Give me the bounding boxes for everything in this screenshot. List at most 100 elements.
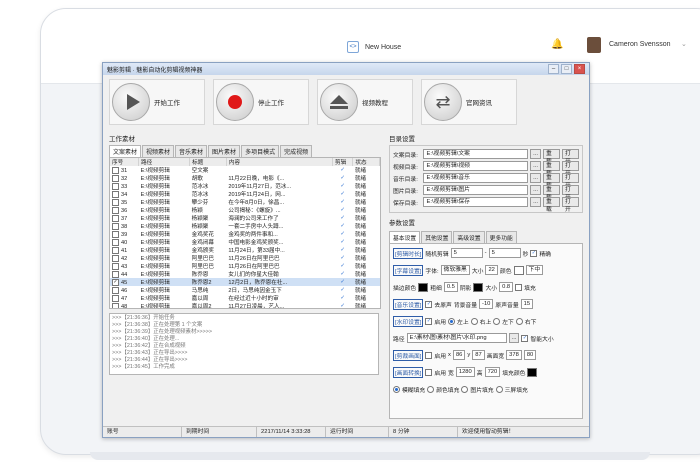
stroke-color-swatch[interactable] [418,282,429,292]
table-row[interactable]: 32 E:\视频剪辑 胡歌 11月22日晚，电影《... ✓ 就绪 [110,174,380,182]
watermark-path-field[interactable]: E:\素材\图\素材\图片\水印.png [406,333,507,343]
dir-path-field[interactable]: E:\视频剪辑\文案 [423,149,529,159]
crop-h-field[interactable]: 80 [523,350,537,360]
remove-original-checkbox[interactable]: ✓ [425,300,433,308]
font-size-field[interactable]: 22 [485,265,498,275]
table-row[interactable]: 48 E:\视频剪辑 嘉以周2 11月27日凌晨，艺人... ✓ 就绪 [110,302,380,308]
dir-open-button[interactable]: 打开 [561,161,579,177]
crop-enable-checkbox[interactable] [425,351,433,359]
table-row[interactable]: 47 E:\视频剪辑 嘉以周 在经过近十小时的审 ✓ 就绪 [110,294,380,302]
dir-reload-button[interactable]: 重载 [542,197,560,213]
shadow-size-field[interactable]: 0.8 [499,282,514,292]
table-row[interactable]: 31 E:\视频剪辑 空文案 ✓ 就绪 [110,166,380,174]
crop-y-field[interactable]: 87 [472,350,485,360]
row-checkbox[interactable] [112,166,119,174]
table-row[interactable]: 43 E:\视频剪辑 阿里巴巴 11月26日在阿里巴巴 ✓ 就绪 [110,262,380,270]
dir-reload-button[interactable]: 重载 [542,185,560,201]
dir-browse-button[interactable]: ... [530,161,541,171]
orig-volume-field[interactable]: 15 [520,299,534,309]
row-checkbox[interactable] [112,270,119,278]
table-row[interactable]: 41 E:\视频剪辑 金鸡颁奖 11月24日，第33届中... ✓ 就绪 [110,246,380,254]
table-row[interactable]: 36 E:\视频剪辑 杨颖 公司揭秘：《螺旋》... ✓ 就绪 [110,206,380,214]
tab-finished-video[interactable]: 完成视频 [280,145,313,157]
table-row[interactable]: 40 E:\视频剪辑 金鸡闭幕 中国电影金鸡奖颁奖... ✓ 就绪 [110,238,380,246]
col-no[interactable]: 序号 [110,158,140,166]
row-checkbox[interactable] [112,206,119,214]
tab-copy-material[interactable]: 文案素材 [109,145,142,157]
col-status[interactable]: 状态 [352,158,380,166]
dir-open-button[interactable]: 打开 [561,173,579,189]
row-checkbox[interactable] [112,230,119,238]
bg-volume-field[interactable]: -10 [479,299,494,309]
position-select[interactable]: 下中 [525,265,544,275]
row-checkbox[interactable] [112,238,119,246]
avatar[interactable] [587,37,601,53]
row-checkbox[interactable] [112,286,119,294]
tab-music-material[interactable]: 音乐素材 [175,145,208,157]
fill-color-swatch[interactable] [527,367,538,377]
resize-enable-checkbox[interactable] [425,368,433,376]
user-name[interactable]: Cameron Svensson [609,41,670,48]
dir-path-field[interactable]: E:\视频剪辑\图片 [423,185,529,195]
tab-image-material[interactable]: 图片素材 [208,145,241,157]
watermark-enable-checkbox[interactable]: ✓ [425,317,433,325]
dir-browse-button[interactable]: ... [530,173,541,183]
row-checkbox[interactable] [112,294,119,302]
dir-browse-button[interactable]: ... [530,149,541,159]
dir-path-field[interactable]: E:\视频剪辑\保存 [423,197,529,207]
maximize-button[interactable]: □ [561,64,572,74]
official-news-button[interactable]: ⇄ 官网资讯 [421,79,517,125]
font-select[interactable]: 微软雅黑 [440,265,470,275]
dir-open-button[interactable]: 打开 [561,185,579,201]
row-checkbox[interactable] [112,190,119,198]
dir-reload-button[interactable]: 重载 [542,149,560,165]
table-row[interactable]: 33 E:\视频剪辑 范冰冰 2019年11月27日，范冰... ✓ 就绪 [110,182,380,190]
row-checkbox[interactable] [112,174,119,182]
row-checkbox[interactable] [112,262,119,270]
tab-basic-settings[interactable]: 基本设置 [389,231,421,243]
breadcrumb-label[interactable]: New House [365,44,401,51]
radio-top-right[interactable] [470,317,478,325]
shadow-color-swatch[interactable] [473,282,484,292]
row-checkbox[interactable] [112,214,119,222]
video-tutorial-button[interactable]: 视频教程 [317,79,413,125]
tab-multi-project[interactable]: 多项目模式 [241,145,280,157]
table-row[interactable]: 34 E:\视频剪辑 范冰冰 2019年11月24日，网... ✓ 就绪 [110,190,380,198]
col-path[interactable]: 路径 [138,158,191,166]
radio-top-left[interactable] [448,317,456,325]
tab-advanced-settings[interactable]: 高级设置 [453,231,485,243]
table-row[interactable]: 38 E:\视频剪辑 杨颖聚 一套二手房中人头蹲... ✓ 就绪 [110,222,380,230]
radio-image-fill[interactable] [461,385,469,393]
precise-checkbox[interactable]: ✓ [530,249,538,257]
minimize-button[interactable]: – [548,64,559,74]
crop-w-field[interactable]: 378 [506,350,522,360]
radio-color-fill[interactable] [427,385,435,393]
col-clip[interactable]: 剪辑 [332,158,354,166]
stop-work-button[interactable]: 停止工作 [213,79,309,125]
col-content[interactable]: 内容 [226,158,334,166]
crop-x-field[interactable]: 86 [452,350,466,360]
breadcrumb[interactable]: <> New House [347,41,401,53]
table-row[interactable]: 42 E:\视频剪辑 阿里巴巴 11月26日在阿里巴巴 ✓ 就绪 [110,254,380,262]
radio-blur-fill[interactable] [393,385,400,393]
adaptive-size-checkbox[interactable]: ✓ [521,334,529,342]
dir-browse-button[interactable]: ... [530,185,541,195]
watermark-browse-button[interactable]: ... [508,333,520,343]
radio-bottom-left[interactable] [493,317,501,325]
row-checkbox[interactable] [112,302,119,308]
close-button[interactable]: × [574,64,585,74]
row-checkbox[interactable] [112,254,119,262]
row-checkbox[interactable] [112,182,119,190]
table-row[interactable]: 39 E:\视频剪辑 金鸡奖花 金鸡奖的两件事和... ✓ 就绪 [110,230,380,238]
start-work-button[interactable]: 开始工作 [109,79,205,125]
col-title[interactable]: 标题 [189,158,227,166]
row-checkbox[interactable]: ✓ [112,278,119,286]
table-row[interactable]: 37 E:\视频剪辑 杨颖聚 海澜的公司来工作了 ✓ 就绪 [110,214,380,222]
row-checkbox[interactable] [112,222,119,230]
clip-from-field[interactable]: 5 [450,248,483,258]
dir-reload-button[interactable]: 重载 [542,161,560,177]
table-row[interactable]: 44 E:\视频剪辑 陈乔恩 女儿们的你星大佳翰 ✓ 就绪 [110,270,380,278]
resize-w-field[interactable]: 1280 [455,367,475,377]
tab-more-functions[interactable]: 更多功能 [485,231,517,243]
tab-other-settings[interactable]: 其他设置 [421,231,453,243]
